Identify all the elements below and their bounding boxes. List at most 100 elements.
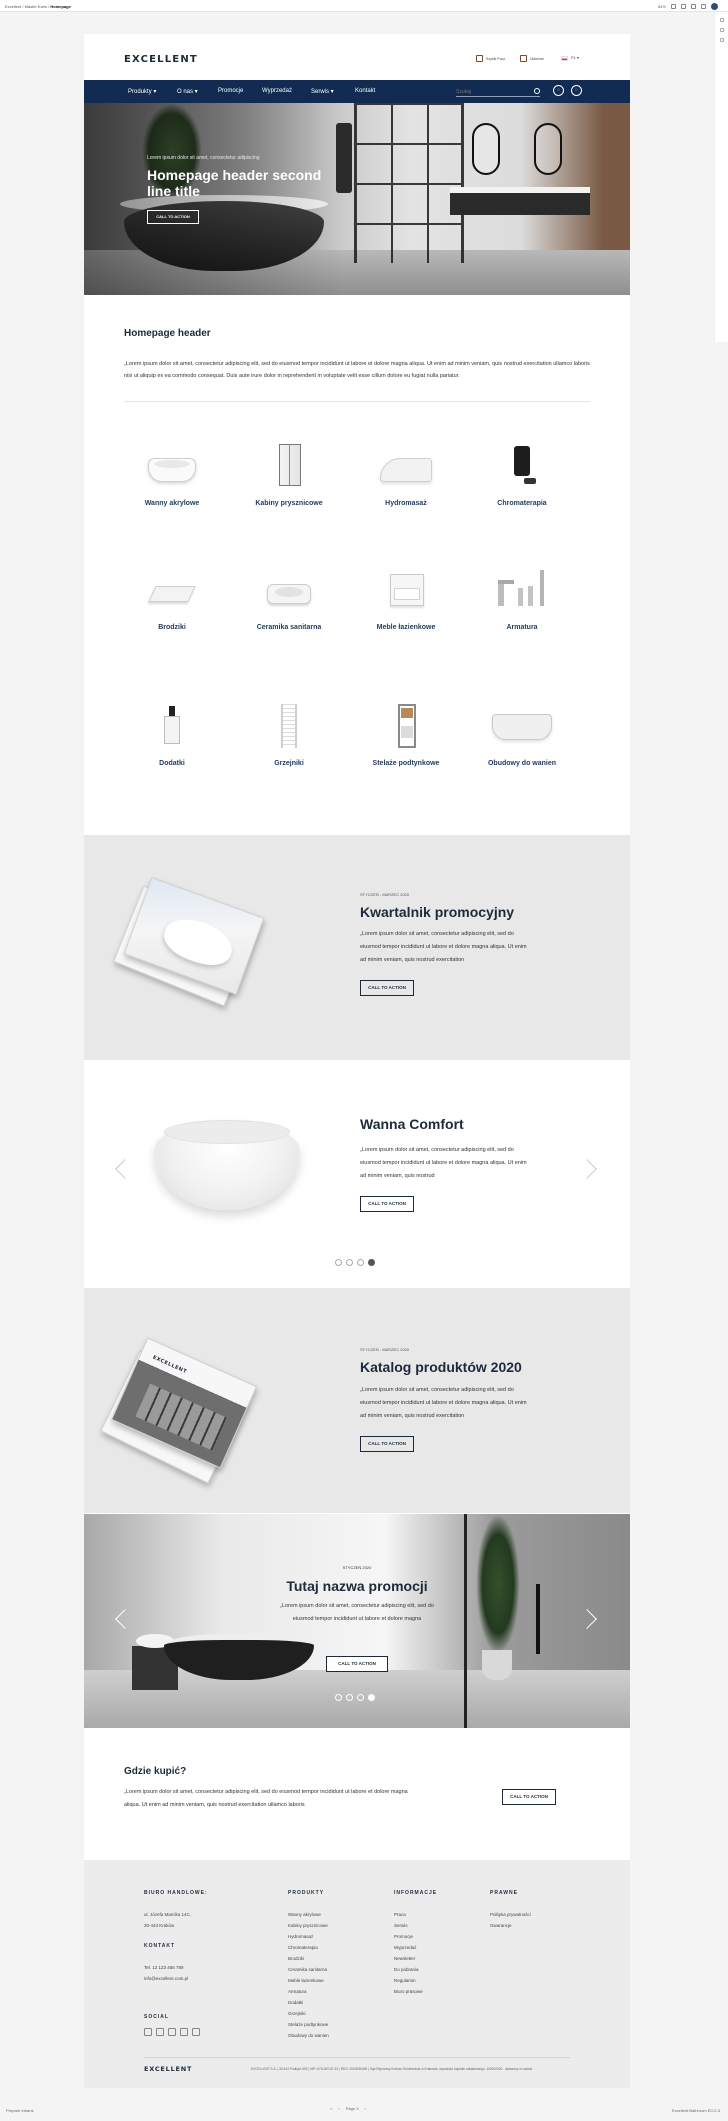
footer-link[interactable]: Grzejniki (288, 2008, 329, 2019)
footer-link[interactable]: Hydromasaż (288, 1931, 329, 1942)
nav-item-promocje[interactable]: Promocje (218, 88, 243, 94)
prev-page-icon[interactable]: ‹ (338, 2106, 339, 2111)
footer-link[interactable]: Chromaterapia (288, 1942, 329, 1953)
slider-dot[interactable] (357, 1259, 364, 1266)
heart-icon (520, 55, 527, 62)
search-input[interactable] (456, 87, 526, 96)
slider-dot[interactable] (346, 1694, 353, 1701)
breadcrumb-item[interactable]: Excellent (5, 4, 21, 9)
category-ceramika-sanitarna[interactable]: Ceramika sanitarna (229, 566, 349, 631)
category-wanny-akrylowe[interactable]: Wanny akrylowe (112, 442, 232, 507)
footer-link[interactable]: Wanny akrylowe (288, 1909, 329, 1920)
catalog-image: EXCELLENT (110, 1337, 258, 1469)
category-grzejniki[interactable]: Grzejniki (229, 702, 349, 767)
catalog-cta-button[interactable]: CALL TO ACTION (360, 1436, 414, 1452)
comment-icon[interactable] (681, 4, 686, 9)
category-armatura[interactable]: Armatura (462, 566, 582, 631)
avatar[interactable] (711, 3, 718, 10)
language-selector[interactable]: PL ▾ (571, 55, 579, 60)
logo[interactable]: EXCELLENT (124, 54, 198, 65)
footer-link[interactable]: Dodatki (288, 1997, 329, 2008)
facebook-icon[interactable] (144, 2028, 152, 2036)
footer-link[interactable]: Brodziki (288, 1953, 329, 1964)
slider-dot[interactable] (357, 1694, 364, 1701)
footer-link[interactable]: Do pobrania (394, 1964, 437, 1975)
where-to-buy-cta-button[interactable]: CALL TO ACTION (502, 1789, 556, 1805)
category-label: Stelaże podtynkowe (372, 760, 440, 767)
instagram-icon[interactable] (168, 2028, 176, 2036)
play-icon[interactable] (701, 4, 706, 9)
facebook-icon[interactable] (156, 2028, 164, 2036)
footer-link[interactable]: Regulamin (394, 1975, 437, 1986)
category-label: Kabiny prysznicowe (255, 500, 323, 507)
footer-link[interactable]: Praca (394, 1909, 437, 1920)
footer-link[interactable]: Kabiny prysznicowe (288, 1920, 329, 1931)
youtube-icon[interactable] (192, 2028, 200, 2036)
footer-link[interactable]: Serwis (394, 1920, 437, 1931)
hero-cta-button[interactable]: CALL TO ACTION (147, 210, 199, 224)
footer-link[interactable]: Gwarancje (490, 1920, 531, 1931)
footer-logo[interactable]: EXCELLENT (144, 2065, 192, 2073)
settings-icon[interactable] (691, 4, 696, 9)
product-cta-button[interactable]: CALL TO ACTION (360, 1196, 414, 1212)
footer-email[interactable]: info@excellent.com.pl (144, 1973, 208, 1984)
favorites-button[interactable]: Ulubione (520, 55, 544, 62)
cart-icon[interactable]: ◌ (553, 85, 564, 96)
footer-phone[interactable]: Tel. 12 123 456 789 (144, 1962, 208, 1973)
user-icon[interactable]: ◌ (571, 85, 582, 96)
chevron-right-icon[interactable] (577, 1159, 597, 1179)
category-stelaze-podtynkowe[interactable]: Stelaże podtynkowe (346, 702, 466, 767)
category-hydromasaz[interactable]: Hydromasaż (346, 442, 466, 507)
footer-link[interactable]: Stelaże podtynkowe (288, 2019, 329, 2030)
footer-link[interactable]: Polityka prywatności (490, 1909, 531, 1920)
slider-dot-active[interactable] (368, 1694, 375, 1701)
nav-item-produkty[interactable]: Produkty ▾ (128, 88, 156, 95)
chevron-left-icon[interactable] (115, 1159, 135, 1179)
footer-heading: KONTAKT (144, 1943, 176, 1949)
quick-order-button[interactable]: Szybki Pocz. (476, 55, 506, 62)
footer-link[interactable]: Armatura (288, 1986, 329, 1997)
slider-dot[interactable] (346, 1259, 353, 1266)
share-icon[interactable] (671, 4, 676, 9)
home-icon[interactable]: ⌂ (330, 2106, 332, 2111)
category-dodatki[interactable]: Dodatki (112, 702, 232, 767)
footer-link[interactable]: Newsletter (394, 1953, 437, 1964)
breadcrumb-item[interactable]: Master Kreis (25, 4, 47, 9)
nav-item-serwis[interactable]: Serwis ▾ (311, 88, 334, 95)
category-brodziki[interactable]: Brodziki (112, 566, 232, 631)
footer-link[interactable]: Biuro prasowe (394, 1986, 437, 1997)
layers-icon[interactable] (719, 28, 724, 32)
zoom-level[interactable]: 84% (658, 4, 666, 9)
pinterest-icon[interactable] (180, 2028, 188, 2036)
footer-text: ul. Józefa Marcika 14C, (144, 1912, 192, 1917)
footer-link[interactable]: Promocje (394, 1931, 437, 1942)
next-page-icon[interactable]: › (364, 2106, 365, 2111)
chevron-right-icon[interactable] (577, 1609, 597, 1629)
product-image-rim (164, 1120, 290, 1144)
slider-dot-active[interactable] (368, 1259, 375, 1266)
category-meble-lazienkowe[interactable]: Meble łazienkowe (346, 566, 466, 631)
category-label: Grzejniki (274, 760, 304, 767)
footer-heading: INFORMACJE (394, 1890, 438, 1896)
chevron-left-icon[interactable] (115, 1609, 135, 1629)
export-icon[interactable] (719, 38, 724, 42)
nav-item-kontakt[interactable]: Kontakt (355, 88, 375, 94)
category-obudowy-do-wanien[interactable]: Obudowy do wanien (462, 702, 582, 767)
inspect-icon[interactable] (719, 18, 724, 22)
search-box (456, 87, 540, 97)
footer-link[interactable]: Ceramika sanitarna (288, 1964, 329, 1975)
slider-dot[interactable] (335, 1694, 342, 1701)
poland-flag-icon[interactable] (561, 56, 568, 61)
footer-link[interactable]: Meble łazienkowe (288, 1975, 329, 1986)
category-chromaterapia[interactable]: Chromaterapia (462, 442, 582, 507)
nav-item-wyprzedaz[interactable]: Wyprzedaż (262, 88, 292, 94)
category-kabiny-prysznicowe[interactable]: Kabiny prysznicowe (229, 442, 349, 507)
search-icon[interactable] (534, 88, 540, 94)
banner-cta-button[interactable]: CALL TO ACTION (326, 1656, 388, 1672)
footer-link[interactable]: Obudowy do wanien (288, 2030, 329, 2041)
slider-dot[interactable] (335, 1259, 342, 1266)
promo-cta-button[interactable]: CALL TO ACTION (360, 980, 414, 996)
footer-link[interactable]: Wyprzedaż (394, 1942, 437, 1953)
nav-item-o-nas[interactable]: O nas ▾ (177, 88, 198, 95)
catalog-text: „Lorem ipsum dolor sit amet, consectetur… (360, 1387, 527, 1419)
